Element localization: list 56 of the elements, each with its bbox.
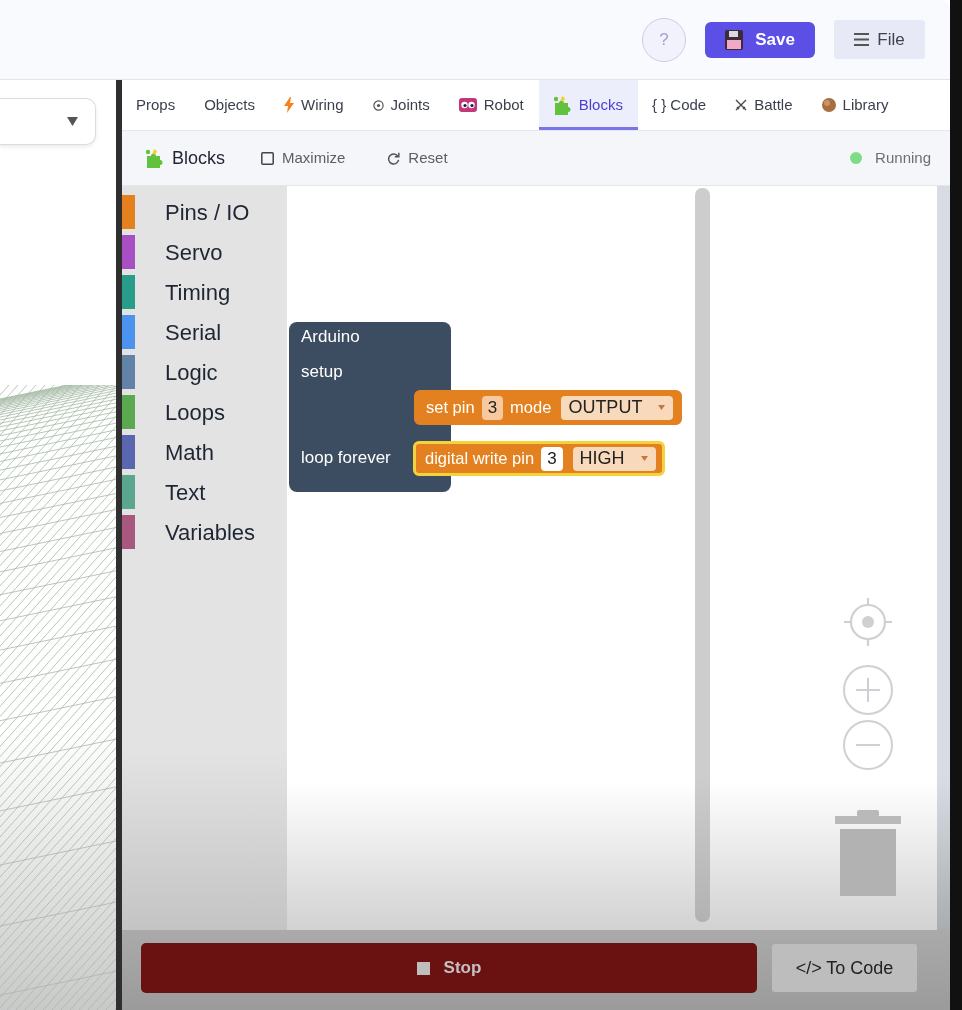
trash-icon[interactable]: [835, 810, 901, 896]
file-button[interactable]: File: [834, 20, 925, 59]
code-block[interactable]: digital write pin 3 HIGH: [413, 441, 665, 476]
category-item[interactable]: Math: [122, 432, 287, 472]
block-label: loop forever: [301, 448, 391, 468]
crossed-swords-icon: [735, 99, 748, 111]
tab[interactable]: Joints: [358, 80, 445, 130]
caret-icon: [658, 405, 666, 410]
dropdown-field[interactable]: HIGH: [572, 446, 656, 471]
puzzle-icon: [145, 148, 164, 168]
category-item[interactable]: Serial: [122, 312, 287, 352]
caret-icon: [67, 117, 78, 126]
reset-button[interactable]: Reset: [387, 146, 448, 170]
square-icon: [261, 151, 274, 165]
caret-icon: [640, 456, 648, 461]
maximize-button[interactable]: Maximize: [261, 146, 346, 170]
eyes-icon: [458, 98, 477, 112]
tab[interactable]: Props: [122, 80, 191, 130]
status-text: Running: [875, 147, 931, 168]
tab[interactable]: Objects: [190, 80, 271, 130]
zoom-out-icon[interactable]: [843, 720, 893, 770]
block-title: Arduino: [301, 327, 360, 347]
category-item[interactable]: Timing: [122, 272, 287, 312]
number-field[interactable]: 3: [481, 395, 504, 420]
to-code-button[interactable]: </> To Code: [772, 944, 917, 992]
reset-icon: [387, 151, 401, 165]
number-field[interactable]: 3: [541, 446, 563, 471]
sphere-icon: [821, 98, 836, 112]
category-item[interactable]: Servo: [122, 232, 287, 272]
tab[interactable]: Blocks: [538, 80, 638, 130]
category-item[interactable]: Pins / IO: [122, 192, 287, 232]
lightning-icon: [284, 97, 295, 113]
tab[interactable]: Library: [807, 80, 904, 130]
puzzle-icon: [552, 95, 572, 115]
block-text: mode: [510, 397, 552, 419]
category-item[interactable]: Variables: [122, 512, 287, 552]
panel-title: Blocks: [172, 146, 225, 170]
tab[interactable]: Battle: [721, 80, 808, 130]
dropdown-field[interactable]: OUTPUT: [561, 395, 674, 420]
category-item[interactable]: Text: [122, 472, 287, 512]
crosshair-icon[interactable]: [843, 597, 893, 647]
scrollbar[interactable]: [695, 188, 710, 922]
tab[interactable]: { } Code: [637, 80, 722, 130]
tab[interactable]: Wiring: [270, 80, 359, 130]
select-field[interactable]: [0, 98, 96, 145]
menu-icon: [854, 33, 870, 46]
ring-icon: [372, 99, 384, 111]
category-item[interactable]: Logic: [122, 352, 287, 392]
category-item[interactable]: Loops: [122, 392, 287, 432]
save-button[interactable]: Save: [705, 21, 815, 58]
zoom-in-icon[interactable]: [843, 665, 893, 715]
tab[interactable]: Robot: [444, 80, 539, 130]
block-label: setup: [301, 362, 343, 382]
stop-icon: [416, 961, 430, 975]
stop-button[interactable]: Stop: [141, 943, 757, 993]
code-block[interactable]: set pin 3 mode OUTPUT: [414, 390, 683, 425]
